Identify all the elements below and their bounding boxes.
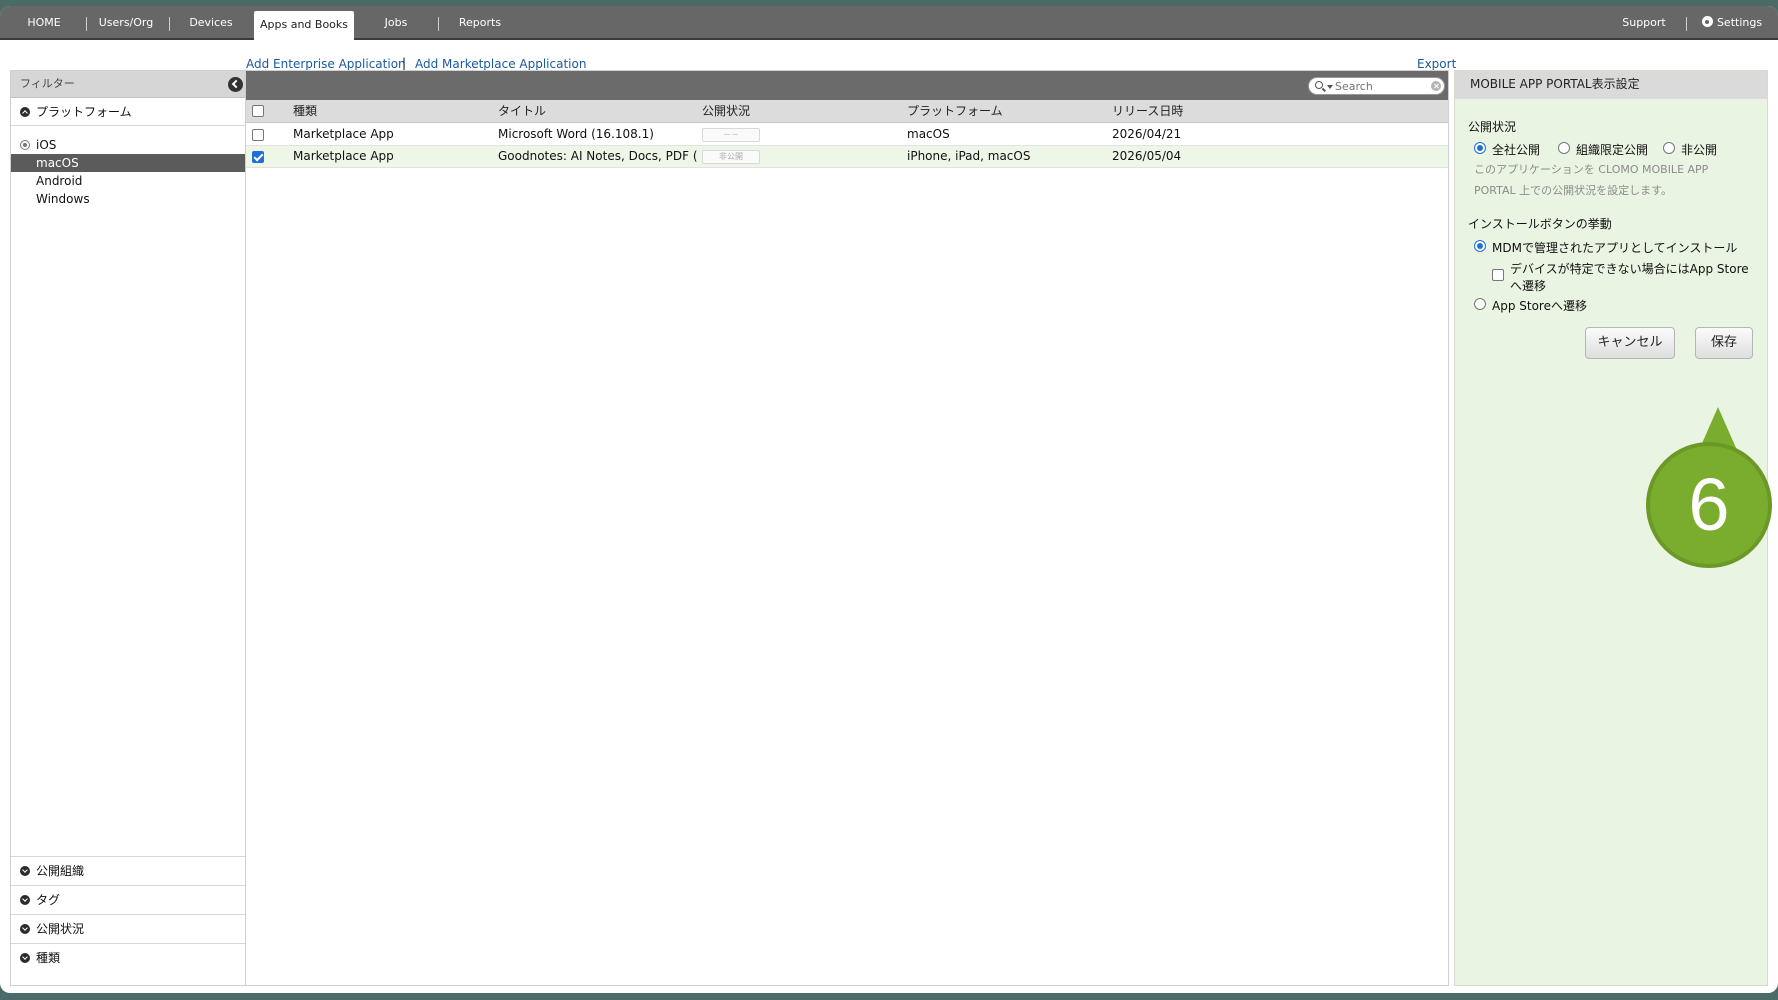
table-header: 種類 タイトル 公開状況 プラットフォーム リリース日時	[246, 100, 1448, 123]
app-window: HOME Users/Org Devices Apps and Books Jo…	[0, 6, 1778, 993]
visibility-option-label: 組織限定公開	[1576, 143, 1649, 157]
settings-link[interactable]: Settings	[1696, 6, 1768, 40]
tab-home[interactable]: HOME	[10, 6, 78, 40]
platform-option-android[interactable]: Android	[11, 172, 245, 190]
tab-reports[interactable]: Reports	[446, 6, 514, 40]
filter-section-label: タグ	[36, 893, 61, 907]
install-radio-managed[interactable]	[1474, 240, 1486, 252]
app-store-fallback-checkbox[interactable]	[1492, 269, 1504, 281]
visibility-radio-org[interactable]	[1558, 142, 1570, 154]
cell-type: Marketplace App	[293, 127, 394, 141]
list-toolbar	[246, 71, 1448, 100]
chevron-down-icon	[20, 953, 30, 963]
clear-icon[interactable]	[1431, 81, 1441, 91]
tab-divider	[438, 17, 439, 31]
app-list: 種類 タイトル 公開状況 プラットフォーム リリース日時 Marketplace…	[246, 70, 1449, 986]
tab-divider	[169, 17, 170, 31]
panel-title: MOBILE APP PORTAL表示設定	[1455, 71, 1767, 99]
search-box[interactable]	[1308, 77, 1445, 95]
gear-icon	[1701, 16, 1713, 27]
install-option-label: App Storeへ遷移	[1492, 299, 1587, 313]
collapse-sidebar-icon[interactable]	[228, 77, 243, 92]
chevron-up-icon	[20, 107, 30, 117]
platform-option-windows[interactable]: Windows	[11, 190, 245, 208]
row-checkbox[interactable]	[252, 129, 264, 141]
cell-platform: iPhone, iPad, macOS	[907, 149, 1031, 163]
status-badge: 非公開	[702, 150, 760, 164]
select-all-checkbox[interactable]	[252, 105, 264, 117]
filter-header: フィルター	[11, 71, 245, 98]
support-link[interactable]: Support	[1614, 6, 1674, 40]
cell-title: Microsoft Word (16.108.1)	[498, 127, 654, 141]
tab-divider	[1686, 17, 1687, 31]
cell-type: Marketplace App	[293, 149, 394, 163]
caret-down-icon[interactable]	[1327, 85, 1333, 89]
tab-devices[interactable]: Devices	[176, 6, 246, 40]
filter-section-type[interactable]: 種類	[11, 943, 245, 971]
column-header-release[interactable]: リリース日時	[1112, 100, 1183, 122]
cell-release: 2026/05/04	[1112, 149, 1182, 163]
search-icon	[1315, 81, 1323, 89]
cancel-button[interactable]: キャンセル	[1585, 327, 1675, 359]
visibility-description: PORTAL 上での公開状況を設定します。	[1474, 184, 1673, 197]
radio-icon	[20, 140, 30, 150]
tab-jobs[interactable]: Jobs	[362, 6, 430, 40]
visibility-description: このアプリケーションを CLOMO MOBILE APP	[1474, 163, 1709, 176]
install-option-label: MDMで管理されたアプリとしてインストール	[1492, 241, 1738, 255]
column-header-status[interactable]: 公開状況	[702, 100, 750, 122]
save-button[interactable]: 保存	[1695, 327, 1753, 359]
cell-title: Goodnotes: AI Notes, Docs, PDF (7....	[498, 149, 698, 163]
filter-section-label: 公開組織	[36, 864, 85, 878]
link-separator: |	[402, 56, 407, 70]
filter-section-publish-org[interactable]: 公開組織	[11, 856, 245, 884]
cell-platform: macOS	[907, 127, 950, 141]
filter-section-label: プラットフォーム	[36, 105, 132, 119]
add-marketplace-app-link[interactable]: Add Marketplace Application	[415, 57, 586, 71]
search-input[interactable]	[1335, 79, 1425, 93]
visibility-radio-all[interactable]	[1474, 142, 1486, 154]
platform-option-macos[interactable]: macOS	[11, 154, 245, 172]
install-behavior-label: インストールボタンの挙動	[1468, 217, 1612, 231]
settings-label: Settings	[1716, 16, 1763, 29]
visibility-option-label: 全社公開	[1492, 143, 1541, 157]
export-link[interactable]: Export	[1417, 57, 1456, 71]
chevron-down-icon	[20, 866, 30, 876]
install-radio-app-store[interactable]	[1474, 298, 1486, 310]
status-badge: －－	[702, 128, 760, 142]
column-header-type[interactable]: 種類	[293, 100, 317, 122]
step-callout: 6	[1646, 407, 1776, 568]
filter-section-platform[interactable]: プラットフォーム	[11, 98, 245, 126]
fallback-label: へ遷移	[1510, 279, 1547, 293]
filter-title: フィルター	[20, 77, 75, 90]
platform-option-ios[interactable]: iOS	[11, 136, 245, 154]
platform-label: iOS	[36, 138, 57, 152]
column-header-title[interactable]: タイトル	[498, 100, 546, 122]
add-enterprise-app-link[interactable]: Add Enterprise Application	[246, 57, 406, 71]
table-row[interactable]: Marketplace App Goodnotes: AI Notes, Doc…	[246, 146, 1448, 168]
filter-section-label: 公開状況	[36, 922, 85, 936]
filter-section-publish-status[interactable]: 公開状況	[11, 914, 245, 942]
visibility-option-label: 非公開	[1681, 143, 1718, 157]
filter-section-tag[interactable]: タグ	[11, 885, 245, 913]
column-header-platform[interactable]: プラットフォーム	[907, 100, 1003, 122]
tab-divider	[86, 17, 87, 31]
table-row[interactable]: Marketplace App Microsoft Word (16.108.1…	[246, 124, 1448, 146]
fallback-label: デバイスが特定できない場合にはApp Store	[1510, 262, 1749, 276]
top-nav: HOME Users/Org Devices Apps and Books Jo…	[0, 6, 1778, 42]
visibility-label: 公開状況	[1468, 120, 1517, 134]
step-number-badge: 6	[1646, 442, 1772, 568]
chevron-down-icon	[20, 895, 30, 905]
chevron-down-icon	[20, 924, 30, 934]
tab-apps-and-books[interactable]: Apps and Books	[254, 11, 354, 42]
filter-section-label: 種類	[36, 951, 61, 965]
cell-release: 2026/04/21	[1112, 127, 1182, 141]
filter-sidebar: フィルター プラットフォーム iOS macOS Android Windows…	[10, 70, 246, 986]
row-checkbox[interactable]	[252, 151, 264, 163]
tab-users-org[interactable]: Users/Org	[92, 6, 160, 40]
visibility-radio-private[interactable]	[1663, 142, 1675, 154]
